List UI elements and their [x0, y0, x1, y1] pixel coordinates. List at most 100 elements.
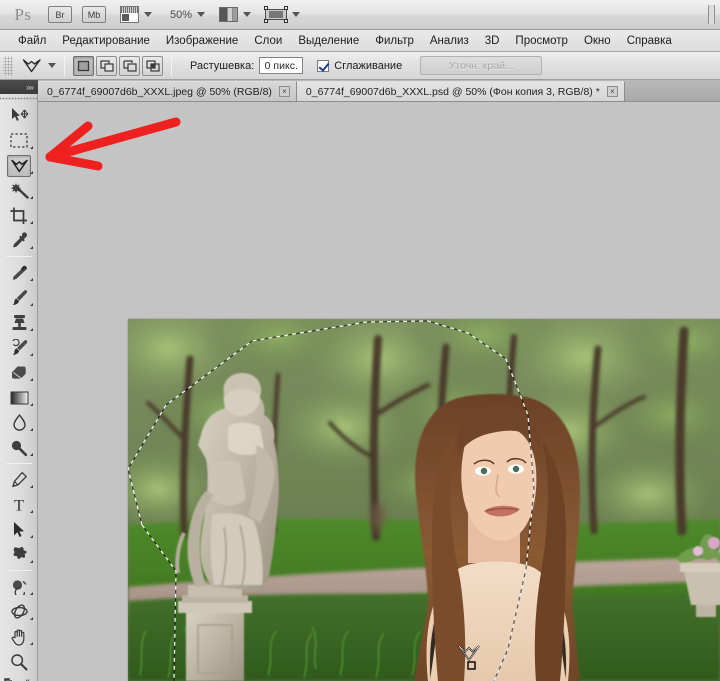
menu-item-3d[interactable]: 3D — [477, 33, 508, 49]
view-extras-group[interactable] — [219, 7, 252, 22]
dodge-icon — [7, 437, 31, 459]
tool-flyout-triangle-icon — [30, 560, 33, 563]
tools-panel: »» T — [0, 80, 38, 681]
magic-wand-icon — [7, 180, 31, 202]
tool-gradient[interactable] — [0, 385, 38, 410]
antialias-label: Сглаживание — [334, 59, 403, 72]
appbar-scrollbar[interactable] — [708, 5, 715, 24]
tool-zoom[interactable] — [0, 649, 38, 674]
tool-flyout-triangle-icon — [30, 146, 33, 149]
tool-hand[interactable] — [0, 624, 38, 649]
menu-item-image[interactable]: Изображение — [158, 33, 246, 49]
eyedropper-icon — [7, 230, 31, 252]
tool-eraser[interactable] — [0, 360, 38, 385]
custom-shape-icon — [7, 544, 31, 566]
svg-text:T: T — [14, 498, 24, 514]
zoom-chevron-down-icon[interactable] — [197, 12, 206, 17]
tool-flyout-triangle-icon — [30, 403, 33, 406]
pen-icon — [7, 469, 31, 491]
feather-label: Растушевка: — [190, 59, 255, 72]
tool-rectangular-marquee[interactable] — [0, 128, 38, 153]
menu-item-edit[interactable]: Редактирование — [54, 33, 158, 49]
marquee-icon — [7, 130, 31, 152]
subtract-from-selection-button[interactable] — [119, 55, 140, 76]
tool-eyedropper[interactable] — [0, 228, 38, 253]
menu-bar: Файл Редактирование Изображение Слои Выд… — [0, 30, 720, 52]
view-extras-chevron-down-icon[interactable] — [243, 12, 252, 17]
mini-bridge-button[interactable]: Mb — [82, 6, 106, 23]
close-icon[interactable]: × — [606, 86, 618, 97]
subtract-from-selection-icon — [122, 59, 137, 72]
tool-quick-selection[interactable] — [0, 178, 38, 203]
3d-camera-orbit-icon — [7, 601, 31, 623]
options-bar-grip[interactable] — [3, 55, 13, 76]
tool-3d-object-rotate[interactable] — [0, 574, 38, 599]
menu-item-help[interactable]: Справка — [619, 33, 680, 49]
arrange-documents-icon — [264, 6, 289, 23]
add-to-selection-button[interactable] — [96, 55, 117, 76]
refine-edge-button: Уточн. край... — [420, 56, 543, 75]
crop-icon — [7, 205, 31, 227]
tool-flyout-triangle-icon — [30, 617, 33, 620]
selection-mode-group — [73, 55, 163, 76]
tool-brush[interactable] — [0, 285, 38, 310]
tools-divider-1 — [5, 256, 32, 257]
menu-item-analysis[interactable]: Анализ — [422, 33, 477, 49]
brush-icon — [7, 287, 31, 309]
menu-item-window[interactable]: Окно — [576, 33, 619, 49]
tool-pen[interactable] — [0, 467, 38, 492]
document-tab-jpeg[interactable]: 0_6774f_69007d6b_XXXL.jpeg @ 50% (RGB/8)… — [38, 81, 297, 101]
tool-move[interactable] — [0, 103, 38, 128]
tool-flyout-triangle-icon — [30, 328, 33, 331]
antialias-checkbox[interactable]: Сглаживание — [317, 59, 403, 72]
tool-preset-chevron-down-icon[interactable] — [48, 63, 56, 68]
gradient-icon — [7, 387, 31, 409]
menu-item-file[interactable]: Файл — [10, 33, 54, 49]
current-tool-preset[interactable] — [21, 57, 56, 75]
tool-flyout-triangle-icon — [30, 221, 33, 224]
screen-mode-group[interactable] — [120, 6, 152, 23]
canvas-area[interactable] — [38, 102, 720, 681]
tool-dodge[interactable] — [0, 435, 38, 460]
menu-item-select[interactable]: Выделение — [290, 33, 367, 49]
tools-panel-grip[interactable] — [0, 94, 38, 103]
tool-3d-camera-orbit[interactable] — [0, 599, 38, 624]
bridge-button[interactable]: Br — [48, 6, 72, 23]
clone-stamp-icon — [7, 312, 31, 334]
tool-custom-shape[interactable] — [0, 542, 38, 567]
tab-label: 0_6774f_69007d6b_XXXL.psd @ 50% (Фон коп… — [305, 85, 600, 98]
new-selection-icon — [77, 60, 90, 71]
menu-item-filter[interactable]: Фильтр — [367, 33, 422, 49]
collapse-panel-button[interactable]: »» — [0, 80, 38, 94]
new-selection-button[interactable] — [73, 55, 94, 76]
menu-item-view[interactable]: Просмотр — [507, 33, 576, 49]
document-tab-psd[interactable]: 0_6774f_69007d6b_XXXL.psd @ 50% (Фон коп… — [296, 81, 625, 101]
eraser-icon — [7, 362, 31, 384]
feather-input[interactable]: 0 пикс. — [259, 57, 304, 74]
menu-item-layer[interactable]: Слои — [246, 33, 290, 49]
tool-crop[interactable] — [0, 203, 38, 228]
screen-mode-chevron-down-icon[interactable] — [144, 12, 152, 17]
tool-flyout-triangle-icon — [30, 353, 33, 356]
checkbox-checked-icon — [317, 59, 330, 72]
tool-type[interactable]: T — [0, 492, 38, 517]
document-image[interactable] — [128, 319, 720, 681]
intersect-selection-button[interactable] — [142, 55, 163, 76]
zoom-level-value[interactable]: 50% — [170, 9, 192, 21]
tool-history-brush[interactable] — [0, 335, 38, 360]
screen-mode-icon — [120, 6, 139, 23]
tool-clone-stamp[interactable] — [0, 310, 38, 335]
tool-flyout-triangle-icon — [30, 428, 33, 431]
tool-flyout-triangle-icon — [30, 453, 33, 456]
polygonal-lasso-icon — [7, 154, 31, 177]
arrange-chevron-down-icon[interactable] — [292, 12, 301, 17]
arrange-documents-group[interactable] — [264, 6, 301, 23]
intersect-selection-icon — [145, 59, 160, 72]
tool-spot-healing-brush[interactable] — [0, 260, 38, 285]
tool-lasso[interactable] — [0, 153, 38, 178]
close-icon[interactable]: × — [278, 86, 290, 97]
history-brush-icon — [7, 337, 31, 359]
tool-path-selection[interactable] — [0, 517, 38, 542]
tool-blur[interactable] — [0, 410, 38, 435]
view-extras-icon — [219, 7, 239, 22]
